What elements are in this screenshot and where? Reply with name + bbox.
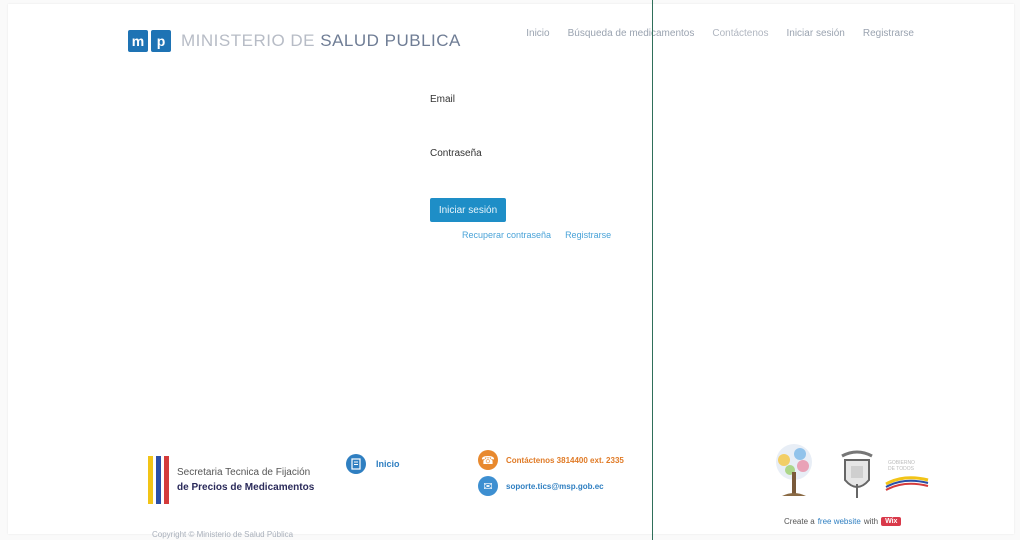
wix-badge: Wix — [881, 517, 902, 526]
footer-inicio-label: Inicio — [376, 459, 400, 469]
page: m p MINISTERIO DE SALUD PUBLICA Inicio B… — [8, 4, 1014, 539]
wix-link[interactable]: free website — [818, 517, 861, 526]
stf-bars-icon — [148, 456, 169, 504]
email-label: Email — [430, 94, 456, 105]
wix-prefix: Create a — [784, 517, 815, 526]
nav-iniciar-sesion[interactable]: Iniciar sesión — [787, 28, 845, 39]
password-field[interactable] — [430, 164, 644, 188]
logo-mark: m p — [128, 30, 171, 52]
nav-busqueda-medicamentos[interactable]: Búsqueda de medicamentos — [568, 28, 695, 39]
stf-logo: Secretaria Tecnica de Fijación de Precio… — [148, 456, 314, 504]
contact-email[interactable]: ✉ soporte.tics@msp.gob.ec — [478, 476, 624, 496]
contact-email-text: soporte.tics@msp.gob.ec — [506, 481, 604, 491]
logo-letter-m: m — [128, 30, 148, 52]
stf-line1: Secretaria Tecnica de Fijación — [177, 467, 311, 478]
logo-text-strong: SALUD PUBLICA — [320, 31, 461, 50]
copyright: Copyright © Ministerio de Salud Pública — [152, 530, 294, 539]
register-link[interactable]: Registrarse — [565, 230, 611, 240]
footer-inicio-link[interactable]: Inicio — [346, 454, 400, 474]
book-icon — [346, 454, 366, 474]
wix-with: with — [863, 517, 879, 526]
logo-letter-p: p — [151, 30, 171, 52]
tree-logo-icon — [776, 444, 812, 496]
gobierno-de-todos-logo: GOBIERNO DE TODOS — [885, 460, 929, 491]
national-shield-icon — [841, 450, 873, 498]
stf-line2: de Precios de Medicamentos — [177, 482, 315, 493]
svg-text:DE TODOS: DE TODOS — [888, 466, 915, 472]
footer-contact: ☎ Contáctenos 3814400 ext. 2335 ✉ soport… — [478, 450, 624, 502]
recover-password-link[interactable]: Recuperar contraseña — [462, 230, 551, 240]
logo[interactable]: m p MINISTERIO DE SALUD PUBLICA — [128, 30, 461, 52]
email-icon: ✉ — [478, 476, 498, 496]
email-field[interactable] — [430, 110, 644, 134]
nav-registrarse[interactable]: Registrarse — [863, 28, 914, 39]
wix-banner[interactable]: Create a free website with Wix — [784, 517, 902, 526]
logo-text-light: MINISTERIO DE — [181, 31, 321, 50]
top-nav: Inicio Búsqueda de medicamentos Contácte… — [526, 28, 914, 39]
contact-phone-text: Contáctenos 3814400 ext. 2335 — [506, 455, 624, 465]
form-links: Recuperar contraseña Registrarse — [462, 230, 611, 240]
login-button[interactable]: Iniciar sesión — [430, 198, 506, 222]
password-label: Contraseña — [430, 148, 482, 159]
nav-inicio[interactable]: Inicio — [526, 28, 549, 39]
logo-text: MINISTERIO DE SALUD PUBLICA — [181, 31, 461, 51]
phone-icon: ☎ — [478, 450, 498, 470]
vertical-divider — [652, 0, 653, 540]
contact-phone[interactable]: ☎ Contáctenos 3814400 ext. 2335 — [478, 450, 624, 470]
nav-contactenos[interactable]: Contáctenos — [712, 28, 768, 39]
